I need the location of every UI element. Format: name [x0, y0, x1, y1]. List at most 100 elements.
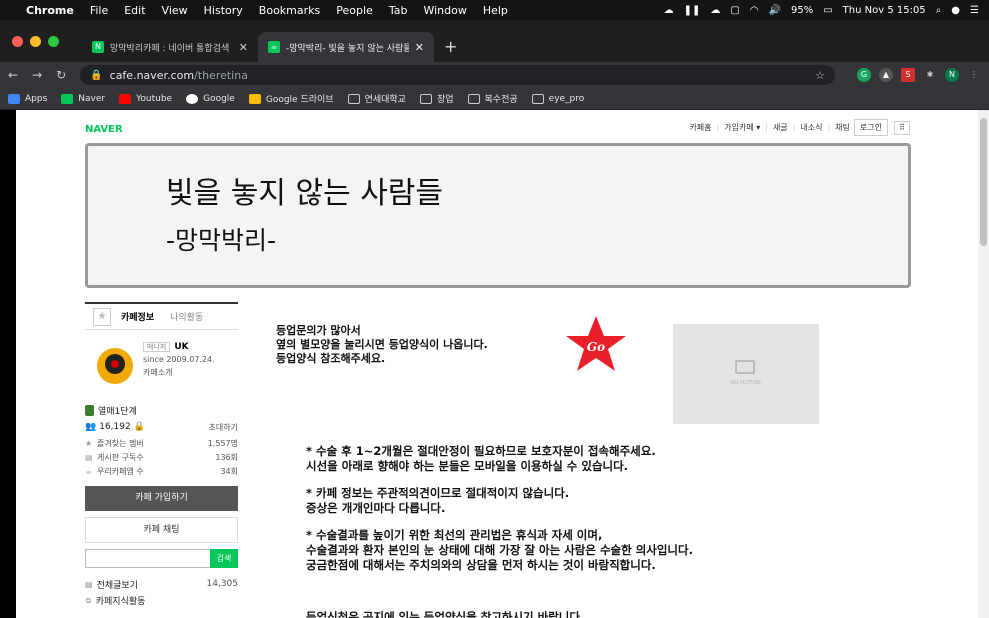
chrome-menu-icon[interactable]: ⋮ [967, 68, 981, 82]
bookmark-star-icon[interactable]: ☆ [815, 69, 825, 82]
guideline-line: * 수술 후 1~2개월은 절대안정이 필요하므로 보호자분이 접속해주세요. [306, 444, 656, 458]
bookmark-folder-double-major[interactable]: 복수전공 [467, 92, 518, 105]
notice-line: 등업문의가 많아서 [276, 324, 361, 337]
upgrade-instruction: 등업신청은 공지에 있는 등업양식을 참고하시기 바랍니다. [306, 610, 585, 618]
member-count-value[interactable]: 16,192 [99, 422, 131, 432]
s-extension-icon[interactable]: S [901, 68, 915, 82]
gnb-link-my-news[interactable]: 내소식 [800, 122, 822, 133]
apps-grid-icon[interactable]: ⠿ [894, 120, 910, 135]
youtube-icon [119, 93, 132, 104]
naver-logo[interactable]: NAVER [85, 124, 123, 135]
bookmark-folder-yonsei[interactable]: 연세대학교 [347, 92, 406, 105]
bookmark-naver[interactable]: Naver [61, 93, 105, 104]
browser-tab-strip: N 망막박리카페 : 네이버 통합검색 ✕ ☕ -망막박리- 빛을 놓지 않는 … [0, 20, 989, 62]
cafe-level: 열매1단계 [85, 402, 238, 418]
lock-icon[interactable]: 🔒 [90, 70, 102, 81]
naver-icon [61, 93, 74, 104]
profile-avatar[interactable]: N [945, 68, 959, 82]
bookmark-folder-eye-pro[interactable]: eye_pro [531, 93, 584, 104]
spotlight-search-icon[interactable]: ⌕ [936, 5, 942, 16]
apps-grid-icon [8, 93, 20, 104]
naver-favicon-icon: N [92, 41, 104, 53]
banner-subtitle: -망막박리- [166, 226, 277, 255]
cafe-intro-link[interactable]: 카페소개 [143, 367, 215, 378]
folder-icon [531, 93, 544, 104]
vertical-scrollbar[interactable] [978, 110, 989, 618]
manager-name[interactable]: UK [174, 342, 188, 352]
tab-cafe-theretina[interactable]: ☕ -망막박리- 빛을 놓지 않는 사람들의 ✕ [258, 32, 434, 62]
close-tab-icon[interactable]: ✕ [415, 41, 424, 54]
gnb-link-joined-cafes[interactable]: 가입카페 ▾ [724, 122, 760, 133]
menu-people[interactable]: People [336, 4, 373, 17]
gnb-link-chat[interactable]: 채팅 [835, 122, 850, 133]
login-button[interactable]: 로그인 [853, 119, 888, 136]
cloud-icon[interactable]: ☁ [664, 5, 674, 16]
menu-knowledge-activity[interactable]: ⊜ 카페지식활동 [85, 592, 238, 608]
star-icon: ★ [85, 438, 93, 448]
bookmark-apps[interactable]: Apps [8, 93, 47, 104]
go-star-button[interactable]: Go [564, 314, 628, 374]
favorite-star-icon[interactable]: ★ [93, 307, 111, 326]
control-center-icon[interactable]: ☰ [970, 5, 979, 16]
stat-value: 1,557명 [207, 438, 238, 448]
address-bar[interactable]: 🔒 cafe.naver.com/theretina ☆ [80, 65, 835, 85]
manager-badge: 매니저 [143, 342, 171, 352]
guideline-line: 증상은 개개인마다 다릅니다. [306, 501, 446, 515]
extensions-puzzle-icon[interactable]: ✱ [923, 68, 937, 82]
menu-bookmarks[interactable]: Bookmarks [259, 4, 320, 17]
grammarly-extension-icon[interactable]: G [857, 68, 871, 82]
menu-window[interactable]: Window [423, 4, 466, 17]
battery-percent[interactable]: 95% [791, 5, 813, 16]
tab-my-activity[interactable]: 나의활동 [170, 310, 203, 323]
gnb-link-cafe-home[interactable]: 카페홈 [689, 122, 711, 133]
reload-icon[interactable]: ↻ [56, 68, 66, 82]
menu-tab[interactable]: Tab [389, 4, 408, 17]
close-window-button[interactable] [12, 36, 23, 47]
siri-icon[interactable]: ● [951, 5, 960, 16]
wifi-icon[interactable]: ◠ [750, 5, 759, 16]
notice-line: 등업양식 참조해주세요. [276, 352, 386, 365]
creative-cloud-icon[interactable]: ☁ [710, 5, 720, 16]
bookmark-label: 창업 [436, 95, 454, 105]
clock[interactable]: Thu Nov 5 15:05 [843, 5, 926, 16]
cafe-favicon-icon: ☕ [268, 41, 280, 53]
banner-title: 빛을 놓지 않는 사람들 [166, 176, 444, 211]
menu-edit[interactable]: Edit [124, 4, 145, 17]
menu-all-posts[interactable]: ▤ 전체글보기 14,305 [85, 576, 238, 592]
maximize-window-button[interactable] [48, 36, 59, 47]
member-count: 👥 16,192 🔒 초대하기 [85, 418, 238, 436]
cafe-search-input[interactable] [85, 549, 210, 568]
drive-extension-icon[interactable]: ▲ [879, 68, 893, 82]
minimize-window-button[interactable] [30, 36, 41, 47]
menu-app-name[interactable]: Chrome [26, 4, 74, 17]
scrollbar-thumb[interactable] [980, 118, 987, 246]
tab-cafe-info[interactable]: 카페정보 [121, 310, 154, 323]
cafe-chat-button[interactable]: 카페 채팅 [85, 517, 238, 543]
invite-link[interactable]: 초대하기 [209, 422, 238, 433]
close-tab-icon[interactable]: ✕ [239, 41, 248, 54]
battery-icon[interactable]: ▭ [823, 5, 832, 16]
menu-help[interactable]: Help [483, 4, 508, 17]
menu-view[interactable]: View [162, 4, 188, 17]
app-icon: ☕ [85, 466, 93, 476]
web-viewport: NAVER 카페홈 | 가입카페 ▾ | 새글 | 내소식 | 채팅 로그인 ⠿ 빛을 … [16, 110, 978, 618]
menu-history[interactable]: History [204, 4, 243, 17]
volume-icon[interactable]: 🔊 [769, 5, 781, 16]
new-tab-icon[interactable]: + [444, 37, 457, 56]
pause-icon[interactable]: ❚❚ [684, 5, 701, 16]
tab-naver-search[interactable]: N 망막박리카페 : 네이버 통합검색 ✕ [82, 32, 258, 62]
cafe-banner[interactable]: 빛을 놓지 않는 사람들 -망막박리- [85, 143, 911, 288]
bookmark-google-drive[interactable]: Google 드라이브 [248, 92, 334, 105]
bookmark-google[interactable]: Google [186, 93, 235, 104]
join-cafe-button[interactable]: 카페 가입하기 [85, 486, 238, 511]
forward-icon[interactable]: → [32, 68, 42, 82]
menu-file[interactable]: File [90, 4, 108, 17]
gnb-links: 카페홈 | 가입카페 ▾ | 새글 | 내소식 | 채팅 로그인 ⠿ [689, 119, 910, 136]
bookmark-youtube[interactable]: Youtube [119, 93, 172, 104]
gnb-link-new-posts[interactable]: 새글 [773, 122, 788, 133]
stat-label: 우리카페앱 수 [97, 466, 144, 476]
window-icon[interactable]: ▢ [730, 5, 739, 16]
search-button[interactable]: 검색 [210, 549, 238, 568]
bookmark-folder-startup[interactable]: 창업 [419, 92, 454, 105]
back-icon[interactable]: ← [8, 68, 18, 82]
